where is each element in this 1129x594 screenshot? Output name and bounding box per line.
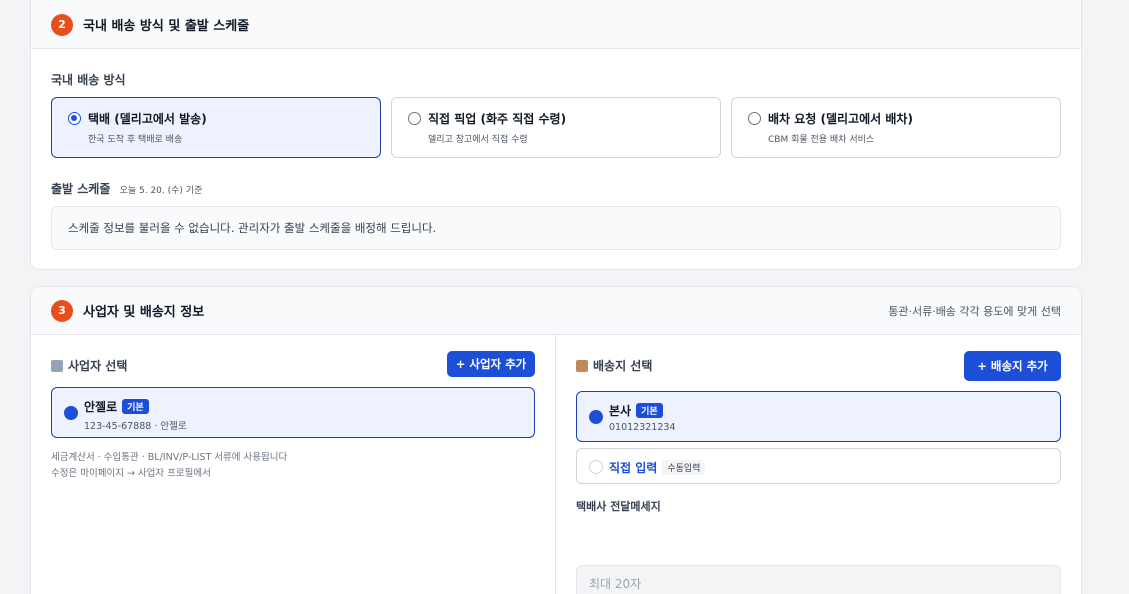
radio-checked-icon [68, 112, 81, 125]
address-title-row: 배송지 선택 [576, 357, 652, 374]
option-desc: 델리고 창고에서 직접 수령 [428, 135, 528, 145]
business-note-2: 수정은 마이페이지 → 사업자 프로필에서 [51, 468, 211, 479]
schedule-message: 스케줄 정보를 불러올 수 없습니다. 관리자가 출발 스케줄을 배정해 드립니… [51, 206, 1061, 250]
default-badge: 기본 [122, 399, 149, 414]
selected-dot-icon [589, 410, 603, 424]
business-note-1: 세금계산서 · 수입통관 · BL/INV/P-LIST 서류에 사용됩니다 [51, 452, 288, 463]
option-dispatch[interactable]: 배차 요청 (델리고에서 배차) CBM 회물 전용 배차 서비스 [731, 97, 1061, 158]
address-name: 본사 [609, 404, 632, 418]
step-badge: 2 [51, 13, 73, 36]
message-label: 택배사 전달메세지 [576, 500, 661, 513]
manual-address-option[interactable]: 직접 입력 수동입력 [576, 448, 1061, 484]
radio-unchecked-icon [748, 112, 761, 125]
option-title: 배차 요청 (델리고에서 배차) [768, 112, 913, 126]
section-title: 사업자 및 배송지 정보 [83, 305, 205, 320]
method-label: 국내 배송 방식 [51, 73, 126, 87]
unselected-dot-icon [589, 460, 603, 474]
manual-label-row: 직접 입력 수동입력 [609, 459, 706, 476]
business-address-card: 3 사업자 및 배송지 정보 통관·서류·배송 각각 용도에 맞게 선택 사업자… [30, 286, 1082, 594]
address-column: 배송지 선택 + 배송지 추가 본사 기본 01012321234 직접 입력 수동… [556, 335, 1081, 594]
address-item[interactable]: 본사 기본 01012321234 [576, 391, 1061, 442]
courier-message-input[interactable] [576, 565, 1061, 594]
business-name: 안젤로 [84, 400, 118, 414]
business-item[interactable]: 안젤로 기본 123-45-67888 · 안젤로 [51, 387, 535, 438]
option-pickup[interactable]: 직접 픽업 (화주 직접 수령) 델리고 창고에서 직접 수령 [391, 97, 721, 158]
section-header: 3 사업자 및 배송지 정보 통관·서류·배송 각각 용도에 맞게 선택 [31, 287, 1081, 335]
option-title: 택배 (델리고에서 발송) [88, 112, 207, 126]
address-phone: 01012321234 [609, 422, 676, 433]
manual-label: 직접 입력 [609, 461, 658, 475]
step-badge: 3 [51, 299, 73, 322]
schedule-label: 출발 스케줄 [51, 182, 111, 196]
option-title: 직접 픽업 (화주 직접 수령) [428, 112, 567, 126]
package-icon [576, 359, 588, 372]
option-desc: CBM 회물 전용 배차 서비스 [768, 135, 875, 145]
business-title-row: 사업자 선택 [51, 357, 127, 374]
radio-unchecked-icon [408, 112, 421, 125]
section-subtitle: 통관·서류·배송 각각 용도에 맞게 선택 [888, 304, 1061, 318]
business-info: 123-45-67888 · 안젤로 [84, 421, 187, 432]
default-badge: 기본 [636, 403, 663, 418]
address-title: 배송지 선택 [593, 359, 653, 373]
schedule-label-row: 출발 스케줄 오늘 5. 20. (수) 기준 [51, 180, 202, 197]
address-name-row: 본사 기본 [609, 402, 663, 419]
business-name-row: 안젤로 기본 [84, 398, 149, 415]
shipping-method-card: 2 국내 배송 방식 및 출발 스케줄 국내 배송 방식 택배 (델리고에서 발… [30, 0, 1082, 270]
add-address-button[interactable]: + 배송지 추가 [964, 351, 1061, 381]
section-title: 국내 배송 방식 및 출발 스케줄 [83, 19, 250, 34]
selected-dot-icon [64, 406, 78, 420]
schedule-date: 오늘 5. 20. (수) 기준 [119, 186, 203, 196]
section-header: 2 국내 배송 방식 및 출발 스케줄 [31, 0, 1081, 49]
business-column: 사업자 선택 + 사업자 추가 안젤로 기본 123-45-67888 · 안젤로… [31, 335, 556, 594]
add-business-button[interactable]: + 사업자 추가 [447, 351, 535, 377]
business-title: 사업자 선택 [68, 359, 128, 373]
option-courier[interactable]: 택배 (델리고에서 발송) 한국 도착 후 택배로 배송 [51, 97, 381, 158]
option-desc: 한국 도착 후 택배로 배송 [88, 135, 183, 145]
manual-badge: 수동입력 [662, 460, 706, 475]
building-icon [51, 359, 63, 372]
